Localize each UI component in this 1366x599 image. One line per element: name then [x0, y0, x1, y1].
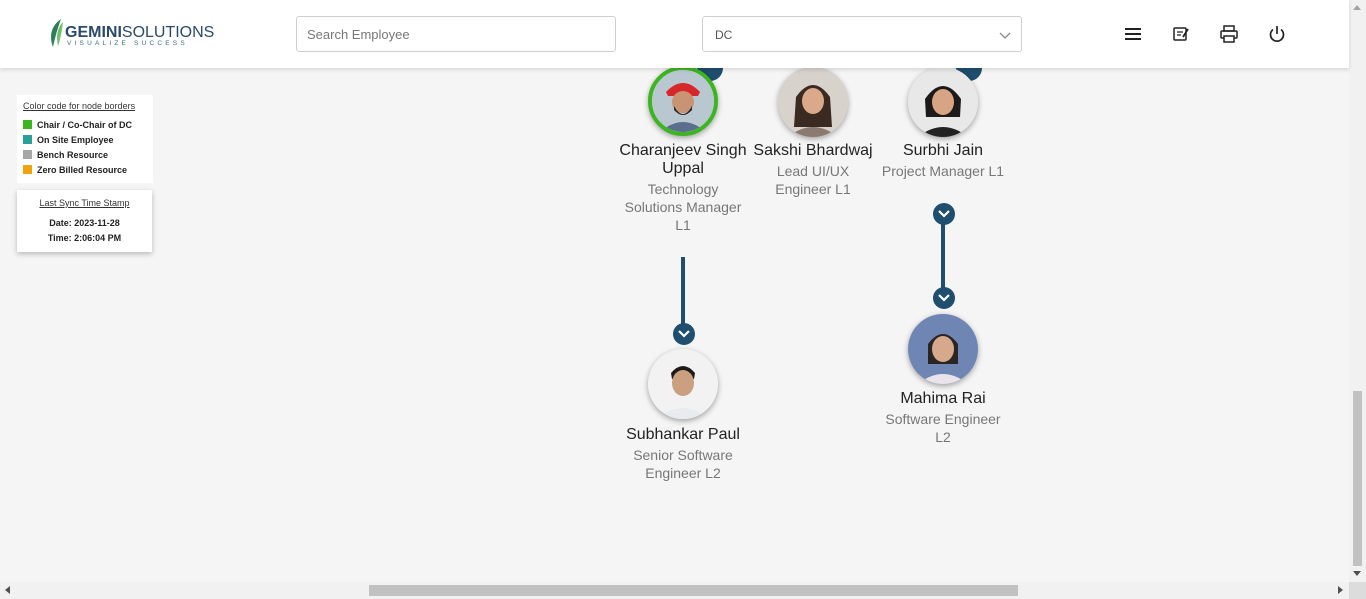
- employee-name: Sakshi Bhardwaj: [753, 142, 873, 159]
- search-employee-input[interactable]: [296, 16, 616, 52]
- scroll-right-arrow-icon[interactable]: [1338, 586, 1343, 594]
- avatar[interactable]: [778, 67, 848, 137]
- org-node-subhankar[interactable]: Subhankar Paul Senior Software Engineer …: [618, 426, 748, 482]
- scroll-up-arrow-icon[interactable]: [1353, 5, 1361, 10]
- person-photo: [908, 314, 978, 384]
- gemini-solutions-logo[interactable]: GEMINISOLUTIONS VISUALIZE SUCCESS: [47, 18, 217, 50]
- person-photo: [648, 349, 718, 419]
- employee-role: Technology Solutions Manager L1: [624, 181, 742, 233]
- vertical-scrollbar[interactable]: [1349, 0, 1366, 582]
- legend-item-onsite: On Site Employee: [23, 135, 114, 147]
- scroll-down-arrow-icon[interactable]: [1353, 571, 1361, 576]
- avatar[interactable]: [908, 314, 978, 384]
- chevron-down-icon: [999, 32, 1011, 39]
- menu-icon[interactable]: [1123, 24, 1143, 44]
- avatar[interactable]: [908, 67, 978, 137]
- employee-role: Project Manager L1: [881, 163, 1005, 179]
- legend-swatch: [23, 120, 32, 129]
- power-icon[interactable]: [1267, 24, 1287, 44]
- employee-role: Lead UI/UX Engineer L1: [775, 163, 851, 197]
- org-node-mahima[interactable]: Mahima Rai Software Engineer L2: [878, 390, 1008, 446]
- chevron-down-icon: [678, 330, 690, 338]
- collapse-toggle-button[interactable]: [673, 323, 695, 345]
- border-color-legend: Color code for node borders Chair / Co-C…: [17, 95, 153, 183]
- horizontal-scrollbar[interactable]: [0, 582, 1349, 599]
- chevron-down-icon: [938, 294, 950, 302]
- legend-title: Color code for node borders: [23, 101, 136, 111]
- scrollbar-corner: [1349, 582, 1366, 599]
- sync-timestamp-card: Last Sync Time Stamp Date: 2023-11-28 Ti…: [17, 190, 152, 252]
- employee-role: Software Engineer L2: [885, 411, 1001, 445]
- org-connector: [681, 257, 685, 327]
- department-selected-value: DC: [715, 28, 733, 42]
- org-connector: [941, 216, 945, 296]
- logo-tagline: VISUALIZE SUCCESS: [67, 40, 188, 47]
- org-node-surbhi[interactable]: Surbhi Jain Project Manager L1: [878, 142, 1008, 180]
- scroll-left-arrow-icon[interactable]: [5, 586, 10, 594]
- expand-toggle-button[interactable]: [933, 203, 955, 225]
- department-select[interactable]: DC: [702, 16, 1022, 52]
- person-photo: [908, 67, 978, 137]
- org-node-charanjeev[interactable]: Charanjeev Singh Uppal Technology Soluti…: [618, 142, 748, 234]
- vertical-scroll-thumb[interactable]: [1353, 391, 1362, 566]
- org-node-sakshi[interactable]: Sakshi Bhardwaj Lead UI/UX Engineer L1: [748, 142, 878, 198]
- person-photo: [652, 70, 714, 132]
- sync-date: Date: 2023-11-28: [49, 218, 120, 228]
- employee-name: Mahima Rai: [900, 390, 986, 407]
- sync-title: Last Sync Time Stamp: [39, 198, 130, 208]
- avatar[interactable]: [648, 349, 718, 419]
- sync-time: Time: 2:06:04 PM: [47, 233, 122, 243]
- legend-swatch: [23, 135, 32, 144]
- person-photo: [778, 67, 848, 137]
- horizontal-scroll-thumb[interactable]: [369, 585, 1018, 596]
- collapse-toggle-button[interactable]: [933, 287, 955, 309]
- legend-item-zero-billed: Zero Billed Resource: [23, 165, 127, 177]
- edit-note-icon[interactable]: [1171, 24, 1191, 44]
- legend-item-chair: Chair / Co-Chair of DC: [23, 120, 132, 132]
- employee-name: Charanjeev Singh Uppal: [619, 142, 747, 177]
- print-icon[interactable]: [1219, 24, 1239, 44]
- employee-name: Surbhi Jain: [902, 142, 984, 159]
- employee-name: Subhankar Paul: [626, 426, 740, 443]
- avatar[interactable]: [648, 66, 718, 136]
- legend-swatch: [23, 165, 32, 174]
- employee-role: Senior Software Engineer L2: [633, 447, 733, 481]
- chevron-down-icon: [938, 210, 950, 218]
- app-header: GEMINISOLUTIONS VISUALIZE SUCCESS DC: [0, 0, 1349, 68]
- legend-item-bench: Bench Resource: [23, 150, 108, 162]
- leaf-logo-icon: [51, 19, 63, 47]
- legend-swatch: [23, 150, 32, 159]
